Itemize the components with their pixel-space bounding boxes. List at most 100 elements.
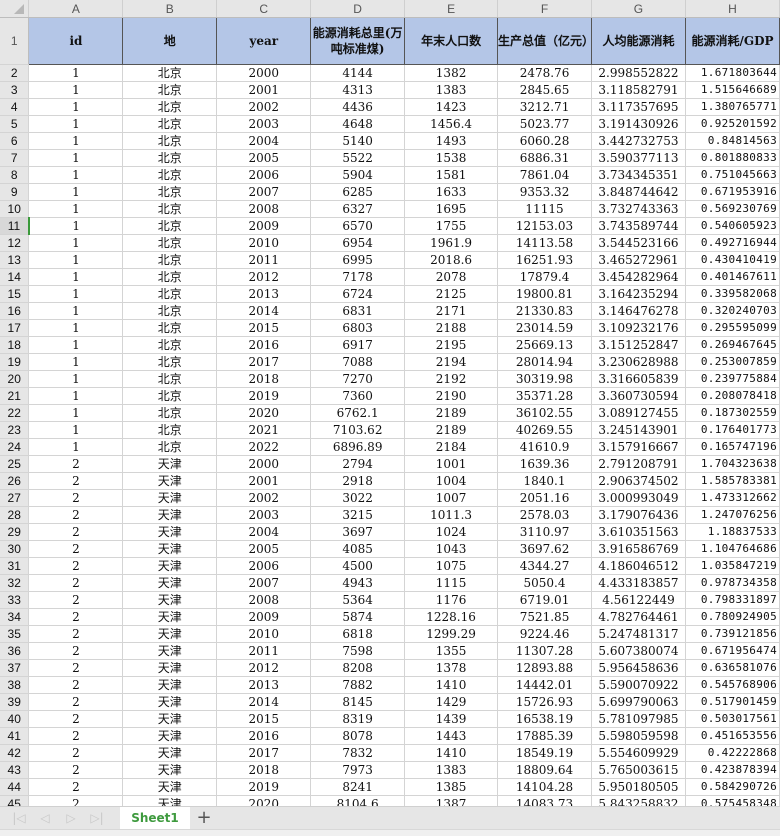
row-header[interactable]: 3: [0, 81, 30, 99]
cell-id[interactable]: 1: [28, 132, 124, 150]
cell-per-capita[interactable]: 5.765003615: [591, 761, 686, 779]
cell-energy-per-gdp[interactable]: 0.269467645: [685, 336, 780, 354]
cell-region[interactable]: 北京: [122, 404, 218, 422]
cell-gdp[interactable]: 28014.94: [497, 353, 592, 371]
cell-id[interactable]: 1: [28, 200, 124, 218]
add-sheet-button[interactable]: +: [194, 807, 214, 829]
cell-energy[interactable]: 4436: [310, 98, 406, 116]
cell-energy-per-gdp[interactable]: 1.380765771: [685, 98, 780, 116]
cell-population[interactable]: 1176: [404, 591, 499, 609]
cell-population[interactable]: 1383: [404, 761, 499, 779]
cell-energy[interactable]: 3022: [310, 489, 406, 507]
cell-population[interactable]: 2018.6: [404, 251, 499, 269]
cell-energy[interactable]: 2918: [310, 472, 406, 490]
row-header[interactable]: 25: [0, 455, 30, 473]
cell-gdp[interactable]: 30319.98: [497, 370, 592, 388]
cell-gdp[interactable]: 11115: [497, 200, 592, 218]
cell-per-capita[interactable]: 4.782764461: [591, 608, 686, 626]
cell-gdp[interactable]: 6886.31: [497, 149, 592, 167]
cell-year[interactable]: 2020: [216, 404, 312, 422]
cell-per-capita[interactable]: 3.610351563: [591, 523, 686, 541]
row-header[interactable]: 12: [0, 234, 30, 252]
cell-year[interactable]: 2000: [216, 64, 312, 82]
row-header[interactable]: 10: [0, 200, 30, 218]
cell-id[interactable]: 2: [28, 642, 124, 660]
cell-id[interactable]: 1: [28, 234, 124, 252]
header-cell-energy-per-gdp[interactable]: 能源消耗/GDP: [685, 17, 780, 65]
cell-year[interactable]: 2004: [216, 132, 312, 150]
row-header[interactable]: 34: [0, 608, 30, 626]
row-header[interactable]: 33: [0, 591, 30, 609]
cell-per-capita[interactable]: 3.316605839: [591, 370, 686, 388]
cell-population[interactable]: 1299.29: [404, 625, 499, 643]
cell-energy[interactable]: 6995: [310, 251, 406, 269]
cell-gdp[interactable]: 9353.32: [497, 183, 592, 201]
cell-per-capita[interactable]: 2.791208791: [591, 455, 686, 473]
cell-energy-per-gdp[interactable]: 0.42222868: [685, 744, 780, 762]
cell-year[interactable]: 2005: [216, 149, 312, 167]
cell-energy[interactable]: 6327: [310, 200, 406, 218]
row-header[interactable]: 28: [0, 506, 30, 524]
cell-gdp[interactable]: 14442.01: [497, 676, 592, 694]
cell-id[interactable]: 2: [28, 506, 124, 524]
cell-energy[interactable]: 6896.89: [310, 438, 406, 456]
cell-energy[interactable]: 8319: [310, 710, 406, 728]
cell-per-capita[interactable]: 2.998552822: [591, 64, 686, 82]
cell-id[interactable]: 1: [28, 421, 124, 439]
cell-energy-per-gdp[interactable]: 1.585783381: [685, 472, 780, 490]
cell-energy[interactable]: 5140: [310, 132, 406, 150]
cell-energy-per-gdp[interactable]: 0.492716944: [685, 234, 780, 252]
cell-year[interactable]: 2001: [216, 472, 312, 490]
row-header[interactable]: 38: [0, 676, 30, 694]
cell-id[interactable]: 1: [28, 353, 124, 371]
cell-region[interactable]: 天津: [122, 574, 218, 592]
cell-region[interactable]: 北京: [122, 166, 218, 184]
cell-energy[interactable]: 6917: [310, 336, 406, 354]
cell-energy[interactable]: 8145: [310, 693, 406, 711]
header-cell-year[interactable]: year: [216, 17, 312, 65]
cell-id[interactable]: 1: [28, 115, 124, 133]
cell-per-capita[interactable]: 3.442732753: [591, 132, 686, 150]
cell-energy-per-gdp[interactable]: 0.295595099: [685, 319, 780, 337]
cell-year[interactable]: 2007: [216, 183, 312, 201]
cell-energy[interactable]: 7103.62: [310, 421, 406, 439]
cell-per-capita[interactable]: 5.699790063: [591, 693, 686, 711]
cell-energy[interactable]: 3215: [310, 506, 406, 524]
cell-id[interactable]: 1: [28, 285, 124, 303]
row-header[interactable]: 15: [0, 285, 30, 303]
cell-year[interactable]: 2013: [216, 676, 312, 694]
cell-per-capita[interactable]: 3.732743363: [591, 200, 686, 218]
cell-population[interactable]: 1024: [404, 523, 499, 541]
header-cell-per-capita[interactable]: 人均能源消耗: [591, 17, 686, 65]
cell-energy-per-gdp[interactable]: 0.925201592: [685, 115, 780, 133]
cell-population[interactable]: 1355: [404, 642, 499, 660]
cell-gdp[interactable]: 1639.36: [497, 455, 592, 473]
row-header[interactable]: 23: [0, 421, 30, 439]
cell-population[interactable]: 2192: [404, 370, 499, 388]
cell-id[interactable]: 1: [28, 268, 124, 286]
row-header[interactable]: 45: [0, 795, 30, 806]
row-header[interactable]: 37: [0, 659, 30, 677]
cell-energy-per-gdp[interactable]: 0.176401773: [685, 421, 780, 439]
cell-energy[interactable]: 7598: [310, 642, 406, 660]
cell-year[interactable]: 2015: [216, 319, 312, 337]
cell-population[interactable]: 2190: [404, 387, 499, 405]
cell-gdp[interactable]: 2051.16: [497, 489, 592, 507]
cell-per-capita[interactable]: 3.191430926: [591, 115, 686, 133]
row-header[interactable]: 20: [0, 370, 30, 388]
row-header[interactable]: 13: [0, 251, 30, 269]
cell-population[interactable]: 1410: [404, 744, 499, 762]
cell-region[interactable]: 天津: [122, 506, 218, 524]
cell-year[interactable]: 2004: [216, 523, 312, 541]
row-header[interactable]: 29: [0, 523, 30, 541]
cell-population[interactable]: 1581: [404, 166, 499, 184]
cell-energy-per-gdp[interactable]: 0.751045663: [685, 166, 780, 184]
cell-energy-per-gdp[interactable]: 0.430410419: [685, 251, 780, 269]
cell-region[interactable]: 北京: [122, 285, 218, 303]
select-all-button[interactable]: [0, 0, 30, 18]
cell-per-capita[interactable]: 3.734345351: [591, 166, 686, 184]
cell-energy-per-gdp[interactable]: 0.780924905: [685, 608, 780, 626]
cell-energy-per-gdp[interactable]: 0.545768906: [685, 676, 780, 694]
cell-region[interactable]: 北京: [122, 438, 218, 456]
cell-gdp[interactable]: 7521.85: [497, 608, 592, 626]
